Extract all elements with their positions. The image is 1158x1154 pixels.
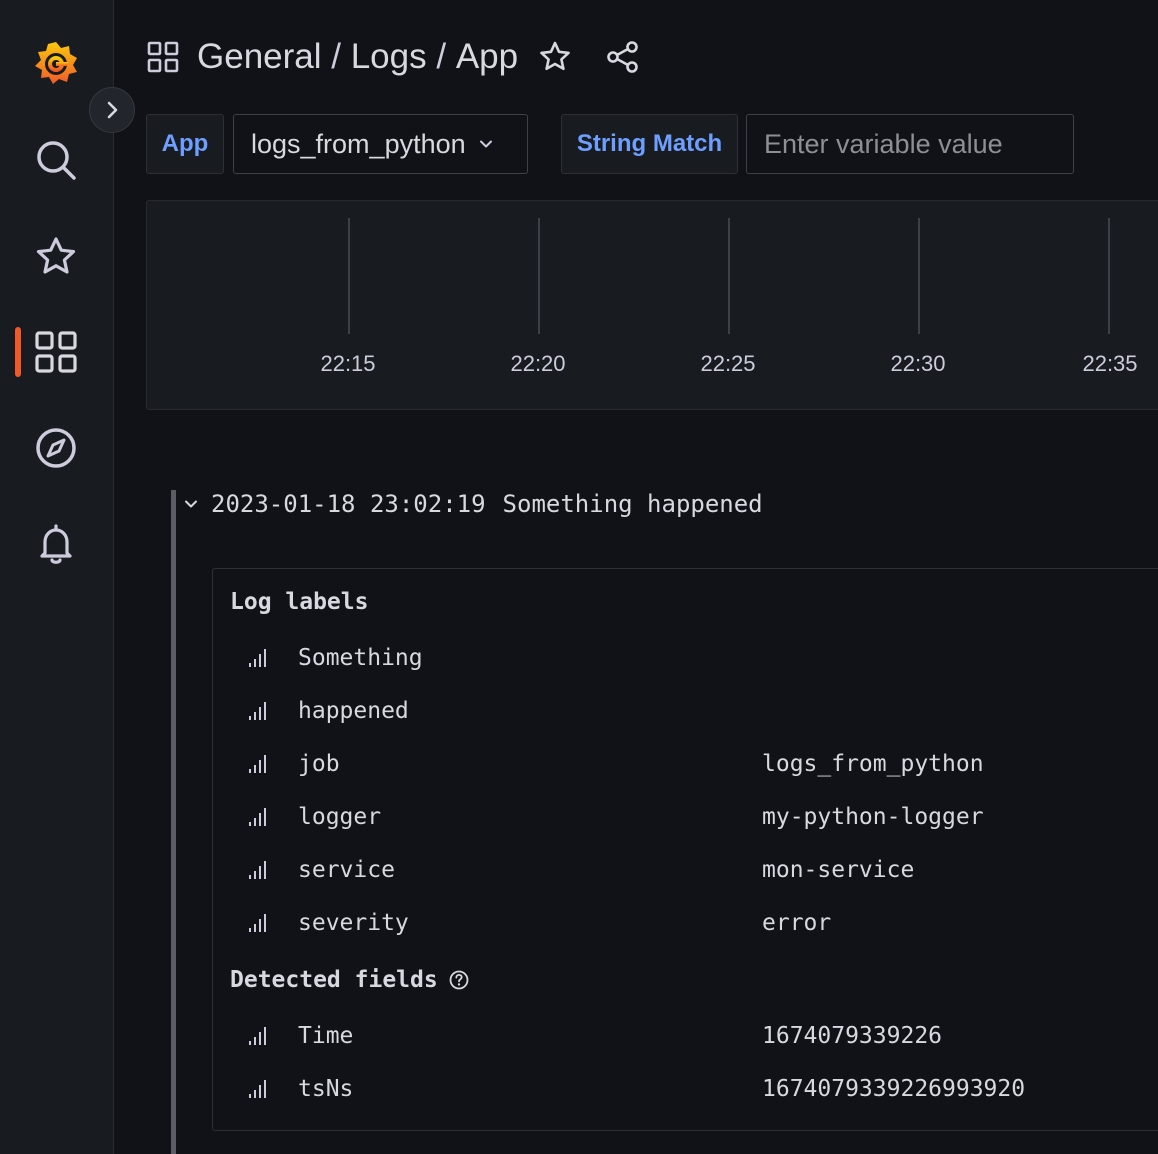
x-tick-label: 22:20 xyxy=(510,351,566,376)
share-icon[interactable] xyxy=(606,40,640,74)
breadcrumb-separator: / xyxy=(321,37,351,76)
active-indicator xyxy=(15,327,21,377)
app-variable-select[interactable]: logs_from_python xyxy=(233,114,528,174)
dashboards-icon[interactable] xyxy=(26,322,86,382)
breadcrumb-group[interactable]: Logs xyxy=(351,37,427,77)
log-label-row: job logs_from_python xyxy=(213,744,1158,784)
ad-hoc-statistics-icon[interactable] xyxy=(247,912,269,934)
x-gridline xyxy=(918,218,920,334)
chevron-down-icon xyxy=(479,140,492,148)
sidebar xyxy=(0,0,114,1154)
label-key: severity xyxy=(298,910,409,936)
x-tick-label: 22:15 xyxy=(320,351,376,376)
expand-sidebar-button[interactable] xyxy=(89,87,135,133)
log-row[interactable]: 2023-01-18 23:02:19 Something happened xyxy=(183,490,763,518)
log-label-row: logger my-python-logger xyxy=(213,797,1158,837)
chevron-right-icon xyxy=(107,101,118,119)
logs-volume-graph: 22:15 22:20 22:25 22:30 22:35 xyxy=(146,200,1158,410)
x-gridline xyxy=(538,218,540,334)
ad-hoc-statistics-icon[interactable] xyxy=(247,806,269,828)
breadcrumb-folder[interactable]: General xyxy=(197,37,322,77)
x-gridline xyxy=(348,218,350,334)
field-key: Time xyxy=(298,1023,354,1049)
label-key: service xyxy=(298,857,395,883)
search-icon[interactable] xyxy=(26,130,86,190)
log-details-panel: Log labels Something happened job logs_f… xyxy=(212,568,1158,1131)
label-value: my-python-logger xyxy=(762,804,984,830)
breadcrumb-separator: / xyxy=(426,37,456,76)
variable-label-app: App xyxy=(146,114,224,174)
label-key: job xyxy=(298,751,340,777)
alerting-bell-icon[interactable] xyxy=(26,514,86,574)
x-tick-label: 22:30 xyxy=(890,351,946,376)
detected-fields-title: Detected fields xyxy=(230,967,470,993)
ad-hoc-statistics-icon[interactable] xyxy=(247,859,269,881)
string-match-input[interactable] xyxy=(746,114,1074,174)
star-outline-icon[interactable] xyxy=(538,40,572,74)
label-key: logger xyxy=(298,804,382,830)
x-tick-label: 22:25 xyxy=(700,351,756,376)
label-value: error xyxy=(762,910,832,936)
breadcrumb: General / Logs / App xyxy=(147,30,640,84)
detected-field-row: Time 1674079339226 xyxy=(213,1016,1158,1056)
label-key: happened xyxy=(298,698,409,724)
log-label-row: severity error xyxy=(213,903,1158,943)
ad-hoc-statistics-icon[interactable] xyxy=(247,753,269,775)
x-gridline xyxy=(728,218,730,334)
log-level-bar xyxy=(171,490,176,1154)
app-variable-value: logs_from_python xyxy=(251,128,466,159)
help-circle-icon[interactable] xyxy=(448,969,470,991)
log-label-row: service mon-service xyxy=(213,850,1158,890)
chevron-down-icon xyxy=(185,500,197,508)
log-labels-title: Log labels xyxy=(230,589,369,615)
explore-compass-icon[interactable] xyxy=(26,418,86,478)
log-label-row: happened xyxy=(213,691,1158,731)
x-tick-label: 22:35 xyxy=(1082,351,1138,376)
x-gridline xyxy=(1108,218,1110,334)
label-value: mon-service xyxy=(762,857,915,883)
variable-label-string-match: String Match xyxy=(561,114,738,174)
detected-fields-label: Detected fields xyxy=(230,967,438,993)
ad-hoc-statistics-icon[interactable] xyxy=(247,700,269,722)
page-title: App xyxy=(455,37,519,76)
log-timestamp: 2023-01-18 23:02:19 xyxy=(211,490,486,518)
ad-hoc-statistics-icon[interactable] xyxy=(247,647,269,669)
ad-hoc-statistics-icon[interactable] xyxy=(247,1078,269,1100)
dashboards-grid-icon xyxy=(147,41,179,73)
grafana-logo-icon[interactable] xyxy=(26,33,86,93)
label-key: Something xyxy=(298,645,423,671)
label-value: logs_from_python xyxy=(762,751,984,777)
detected-field-row: tsNs 1674079339226993920 xyxy=(213,1069,1158,1109)
field-key: tsNs xyxy=(298,1076,354,1102)
field-value: 1674079339226 xyxy=(762,1023,943,1049)
log-message: Something happened xyxy=(502,490,763,518)
log-label-row: Something xyxy=(213,638,1158,678)
star-icon[interactable] xyxy=(26,227,86,287)
ad-hoc-statistics-icon[interactable] xyxy=(247,1025,269,1047)
field-value: 1674079339226993920 xyxy=(762,1076,1026,1102)
